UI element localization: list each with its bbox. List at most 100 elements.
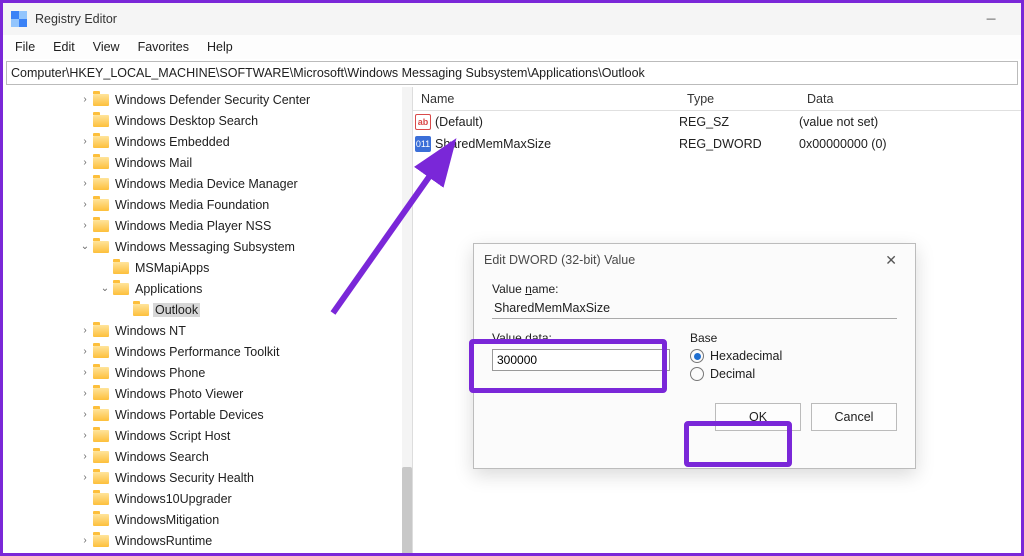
- col-data[interactable]: Data: [799, 92, 1021, 106]
- tree-item[interactable]: › Windows Mail: [3, 152, 412, 173]
- menu-favorites[interactable]: Favorites: [130, 38, 197, 56]
- tree-expander[interactable]: ›: [79, 199, 91, 210]
- tree-expander[interactable]: ›: [79, 367, 91, 378]
- menu-edit[interactable]: Edit: [45, 38, 83, 56]
- tree-expander[interactable]: ⌄: [79, 241, 91, 252]
- cancel-button[interactable]: Cancel: [811, 403, 897, 431]
- folder-icon: [93, 136, 109, 148]
- radio-hex[interactable]: [690, 349, 704, 363]
- tree-item[interactable]: Windows Desktop Search: [3, 110, 412, 131]
- tree-item[interactable]: ›Windows Phone: [3, 362, 412, 383]
- tree-item[interactable]: MSMapiApps: [3, 257, 412, 278]
- menu-file[interactable]: File: [7, 38, 43, 56]
- window-title: Registry Editor: [35, 12, 117, 26]
- folder-icon: [93, 115, 109, 127]
- tree-item-label: Windows Photo Viewer: [113, 387, 245, 401]
- tree-scrollbar-thumb[interactable]: [402, 467, 412, 553]
- folder-icon: [93, 346, 109, 358]
- tree-expander[interactable]: ›: [79, 136, 91, 147]
- dialog-close-button[interactable]: ✕: [877, 248, 905, 273]
- radio-dec-label: Decimal: [710, 367, 755, 381]
- tree-item-label: Applications: [133, 282, 204, 296]
- tree-item-label: Windows Security Health: [113, 471, 256, 485]
- tree-item-label: Windows Mail: [113, 156, 194, 170]
- tree-item-label: Windows10Upgrader: [113, 492, 234, 506]
- tree-item[interactable]: Windows10Upgrader: [3, 488, 412, 509]
- tree-expander[interactable]: ›: [79, 94, 91, 105]
- value-data-input[interactable]: [492, 349, 670, 371]
- tree-item[interactable]: Outlook: [3, 299, 412, 320]
- dialog-title-text: Edit DWORD (32-bit) Value: [484, 253, 635, 267]
- ok-button[interactable]: OK: [715, 403, 801, 431]
- value-data: (value not set): [799, 115, 1021, 129]
- tree-item-label: WindowsMitigation: [113, 513, 221, 527]
- tree-item[interactable]: ›Windows Script Host: [3, 425, 412, 446]
- base-label: Base: [690, 331, 897, 345]
- tree-item[interactable]: › Windows Embedded: [3, 131, 412, 152]
- string-value-icon: ab: [415, 114, 431, 130]
- tree-item[interactable]: ›Windows Defender Security Center: [3, 89, 412, 110]
- value-name: (Default): [435, 115, 679, 129]
- dword-value-icon: 011: [415, 136, 431, 152]
- tree-expander[interactable]: ›: [79, 178, 91, 189]
- tree-item-label: Windows Media Foundation: [113, 198, 271, 212]
- tree-item[interactable]: › Windows Photo Viewer: [3, 383, 412, 404]
- value-data: 0x00000000 (0): [799, 137, 1021, 151]
- folder-icon: [93, 325, 109, 337]
- folder-icon: [93, 220, 109, 232]
- radio-dec-row[interactable]: Decimal: [690, 367, 897, 381]
- folder-icon: [93, 241, 109, 253]
- tree-expander[interactable]: ›: [79, 451, 91, 462]
- tree-item[interactable]: ›WindowsRuntime: [3, 530, 412, 551]
- dialog-titlebar: Edit DWORD (32-bit) Value ✕: [474, 244, 915, 276]
- tree-item[interactable]: › Windows Media Foundation: [3, 194, 412, 215]
- tree-item[interactable]: WindowsMitigation: [3, 509, 412, 530]
- tree-item-label: Windows Desktop Search: [113, 114, 260, 128]
- list-header: Name Type Data: [413, 87, 1021, 111]
- tree-item[interactable]: ⌄ Applications: [3, 278, 412, 299]
- radio-hex-row[interactable]: Hexadecimal: [690, 349, 897, 363]
- folder-icon: [113, 283, 129, 295]
- folder-icon: [93, 451, 109, 463]
- base-group: Base Hexadecimal Decimal: [690, 329, 897, 385]
- tree-expander[interactable]: ›: [79, 430, 91, 441]
- tree-item[interactable]: ›Windows Media Player NSS: [3, 215, 412, 236]
- tree-expander[interactable]: ›: [79, 220, 91, 231]
- menu-view[interactable]: View: [85, 38, 128, 56]
- address-bar[interactable]: Computer\HKEY_LOCAL_MACHINE\SOFTWARE\Mic…: [6, 61, 1018, 85]
- menu-help[interactable]: Help: [199, 38, 241, 56]
- tree-expander[interactable]: ›: [79, 472, 91, 483]
- tree-item[interactable]: ›Windows Media Device Manager: [3, 173, 412, 194]
- col-name[interactable]: Name: [413, 92, 679, 106]
- radio-dec[interactable]: [690, 367, 704, 381]
- folder-icon: [113, 262, 129, 274]
- tree-item-label: Windows Messaging Subsystem: [113, 240, 297, 254]
- value-name-field[interactable]: SharedMemMaxSize: [492, 298, 897, 319]
- tree-expander[interactable]: ›: [79, 346, 91, 357]
- tree-item-label: Windows Embedded: [113, 135, 232, 149]
- minimize-button[interactable]: ─: [969, 5, 1013, 33]
- col-type[interactable]: Type: [679, 92, 799, 106]
- tree-item[interactable]: › Windows Search: [3, 446, 412, 467]
- tree-item-label: Windows Search: [113, 450, 211, 464]
- tree-item[interactable]: ›Windows NT: [3, 320, 412, 341]
- tree-pane[interactable]: ›Windows Defender Security Center Windows…: [3, 87, 413, 553]
- tree-expander[interactable]: ›: [79, 325, 91, 336]
- tree-item[interactable]: › Windows Performance Toolkit: [3, 341, 412, 362]
- tree-item-label: MSMapiApps: [133, 261, 211, 275]
- titlebar: Registry Editor ─: [3, 3, 1021, 35]
- tree-expander[interactable]: ⌄: [99, 283, 111, 294]
- tree-expander[interactable]: ›: [79, 409, 91, 420]
- tree-expander[interactable]: ›: [79, 157, 91, 168]
- tree-item[interactable]: ⌄ Windows Messaging Subsystem: [3, 236, 412, 257]
- tree-item[interactable]: › Windows Security Health: [3, 467, 412, 488]
- value-row[interactable]: 011SharedMemMaxSizeREG_DWORD0x00000000 (…: [413, 133, 1021, 155]
- menubar: File Edit View Favorites Help: [3, 35, 1021, 59]
- folder-icon: [93, 388, 109, 400]
- tree-expander[interactable]: ›: [79, 535, 91, 546]
- regedit-icon: [11, 11, 27, 27]
- tree-item[interactable]: ›Windows Portable Devices: [3, 404, 412, 425]
- value-row[interactable]: ab(Default)REG_SZ(value not set): [413, 111, 1021, 133]
- tree-expander[interactable]: ›: [79, 388, 91, 399]
- tree-item-label: Windows Performance Toolkit: [113, 345, 281, 359]
